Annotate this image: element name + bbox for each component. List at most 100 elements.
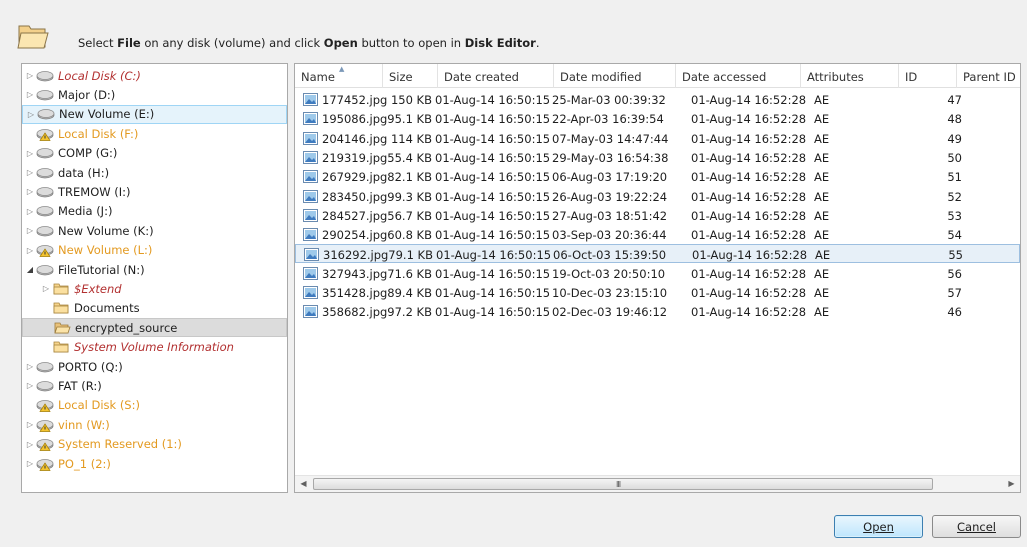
cell-parent-id — [963, 131, 1013, 147]
tree-item-label: encrypted_source — [75, 320, 178, 335]
cell-parent-id — [964, 247, 1014, 263]
cell-created: 01-Aug-14 16:50:15 — [435, 112, 551, 127]
cell-attributes: AE — [814, 170, 830, 185]
cell-created: 01-Aug-14 16:50:15 — [435, 131, 551, 146]
tree-item[interactable]: ▷ New Volume (K:) — [22, 221, 287, 240]
cell-created: 01-Aug-14 16:50:15 — [435, 228, 551, 243]
cell-size: 60.8 KB — [387, 228, 432, 243]
cell-name: 351428.jpg — [322, 286, 388, 300]
tree-item[interactable]: ◢ FileTutorial (N:) — [22, 260, 287, 279]
column-header[interactable]: ID — [899, 64, 957, 88]
table-row[interactable]: 358682.jpg 97.2 KB 01-Aug-14 16:50:15 02-De… — [295, 302, 1020, 321]
tree-item[interactable]: ▷ New Volume (L:) — [22, 241, 287, 260]
cell-size: 99.3 KB — [387, 189, 432, 204]
tree-item-label: Major (D:) — [58, 87, 116, 102]
tree-item[interactable]: ▷ data (H:) — [22, 163, 287, 182]
expand-arrow-icon[interactable]: ▷ — [24, 70, 36, 82]
table-row[interactable]: 267929.jpg 82.1 KB 01-Aug-14 16:50:15 06-Au… — [295, 167, 1020, 186]
tree-item-label: Local Disk (S:) — [58, 398, 140, 413]
cell-id: 49 — [947, 131, 962, 146]
cell-modified: 02-Dec-03 19:46:12 — [552, 305, 668, 320]
cancel-button[interactable]: Cancel — [932, 515, 1021, 538]
expand-arrow-icon[interactable]: ▷ — [24, 147, 36, 159]
expand-arrow-icon[interactable]: ▷ — [24, 225, 36, 237]
cell-id: 52 — [947, 189, 962, 204]
cell-name: 219319.jpg — [322, 150, 388, 165]
table-row[interactable]: 316292.jpg 79.1 KB 01-Aug-14 16:50:15 06-Oc… — [295, 244, 1020, 264]
column-header[interactable]: Date modified — [554, 64, 676, 88]
horizontal-scrollbar[interactable]: ◀ III ▶ — [295, 475, 1020, 492]
cell-name: 327943.jpg — [322, 266, 388, 281]
column-header[interactable]: Date created — [438, 64, 554, 88]
instruction-bold: Disk Editor — [464, 36, 536, 50]
tree-item[interactable]: ▷ FAT (R:) — [22, 376, 287, 395]
open-button[interactable]: Open — [834, 515, 923, 538]
table-row[interactable]: 219319.jpg 55.4 KB 01-Aug-14 16:50:15 29-Ma… — [295, 148, 1020, 167]
cell-created: 01-Aug-14 16:50:15 — [435, 170, 551, 185]
tree-item[interactable]: System Volume Information — [22, 338, 287, 357]
tree-item[interactable]: ▷ PORTO (Q:) — [22, 357, 287, 376]
tree-item[interactable]: ▷ COMP (G:) — [22, 144, 287, 163]
expand-arrow-icon[interactable]: ▷ — [24, 380, 36, 392]
table-row[interactable]: 284527.jpg 56.7 KB 01-Aug-14 16:50:15 27-Au… — [295, 206, 1020, 225]
tree-item[interactable]: Documents — [22, 299, 287, 318]
tree-item[interactable]: ▷ TREMOW (I:) — [22, 182, 287, 201]
cell-size: 150 KB — [390, 93, 432, 107]
column-header[interactable]: Parent ID — [957, 64, 1020, 88]
expand-arrow-icon[interactable]: ▷ — [24, 186, 36, 198]
table-row[interactable]: 204146.jpg 114 KB 01-Aug-14 16:50:15 07-May… — [295, 129, 1020, 148]
tree-item-label: PO_1 (2:) — [58, 456, 111, 471]
expand-arrow-icon[interactable]: ▷ — [24, 458, 36, 470]
cell-accessed: 01-Aug-14 16:52:28 — [691, 93, 807, 107]
expand-arrow-icon[interactable]: ▷ — [24, 167, 36, 179]
column-header[interactable]: Size — [383, 64, 438, 88]
scrollbar-thumb[interactable]: III — [313, 478, 933, 490]
cell-accessed: 01-Aug-14 16:52:28 — [691, 170, 807, 185]
tree-item[interactable]: Local Disk (F:) — [22, 124, 287, 143]
cell-modified: 06-Oct-03 15:39:50 — [553, 248, 667, 263]
tree-item[interactable]: ▷ PO_1 (2:) — [22, 454, 287, 473]
scroll-left-icon[interactable]: ◀ — [295, 476, 312, 492]
tree-item[interactable]: ▷ $Extend — [22, 279, 287, 298]
file-list[interactable]: Name Size Date created Date modified Date ac… — [294, 63, 1021, 493]
expand-arrow-icon[interactable]: ▷ — [24, 419, 36, 431]
expand-arrow-icon[interactable]: ▷ — [24, 244, 36, 256]
tree-item[interactable]: encrypted_source — [22, 318, 287, 338]
expand-arrow-icon[interactable]: ▷ — [24, 89, 36, 101]
table-row[interactable]: 283450.jpg 99.3 KB 01-Aug-14 16:50:15 26-Au… — [295, 187, 1020, 206]
tree-item-label: System Volume Information — [74, 340, 234, 355]
volume-tree[interactable]: ▷ Local Disk (C:) ▷ Major (D:) ▷ New Volume (… — [21, 63, 288, 493]
expand-arrow-icon[interactable]: ▷ — [24, 205, 36, 217]
table-row[interactable]: 177452.jpg 150 KB 01-Aug-14 16:50:15 25-Mar… — [295, 90, 1020, 109]
cell-created: 01-Aug-14 16:50:15 — [435, 266, 551, 281]
expand-arrow-icon[interactable]: ▷ — [24, 361, 36, 373]
cell-created: 01-Aug-14 16:50:15 — [436, 248, 552, 263]
tree-item[interactable]: ▷ Major (D:) — [22, 85, 287, 104]
tree-item[interactable]: ▷ Local Disk (C:) — [22, 66, 287, 85]
table-row[interactable]: 351428.jpg 89.4 KB 01-Aug-14 16:50:15 10-De… — [295, 283, 1020, 302]
folder-open-icon — [53, 321, 71, 335]
tree-item-label: New Volume (L:) — [58, 243, 153, 258]
cell-name: 358682.jpg — [322, 305, 388, 320]
tree-item[interactable]: ▷ vinn (W:) — [22, 415, 287, 434]
expand-arrow-icon[interactable]: ▷ — [25, 108, 37, 120]
tree-item[interactable]: Local Disk (S:) — [22, 396, 287, 415]
table-row[interactable]: 195086.jpg 95.1 KB 01-Aug-14 16:50:15 22-Ap… — [295, 109, 1020, 128]
cell-id: 57 — [947, 286, 962, 300]
image-file-icon — [303, 286, 318, 299]
tree-item[interactable]: ▷ Media (J:) — [22, 202, 287, 221]
table-row[interactable]: 290254.jpg 60.8 KB 01-Aug-14 16:50:15 03-Se… — [295, 225, 1020, 244]
cell-parent-id — [963, 189, 1013, 205]
tree-item-label: data (H:) — [58, 165, 110, 180]
cell-attributes: AE — [814, 208, 830, 223]
expand-arrow-icon[interactable]: ▷ — [40, 283, 52, 295]
tree-item[interactable]: ▷ System Reserved (1:) — [22, 435, 287, 454]
table-row[interactable]: 327943.jpg 71.6 KB 01-Aug-14 16:50:15 19-Oc… — [295, 264, 1020, 283]
expand-arrow-icon[interactable]: ▷ — [24, 438, 36, 450]
column-header[interactable]: Attributes — [801, 64, 899, 88]
collapse-arrow-icon[interactable]: ◢ — [24, 264, 36, 276]
tree-item[interactable]: ▷ New Volume (E:) — [22, 104, 287, 124]
column-header[interactable]: Date accessed — [676, 64, 801, 88]
scroll-right-icon[interactable]: ▶ — [1003, 476, 1020, 492]
image-file-icon — [303, 112, 318, 126]
